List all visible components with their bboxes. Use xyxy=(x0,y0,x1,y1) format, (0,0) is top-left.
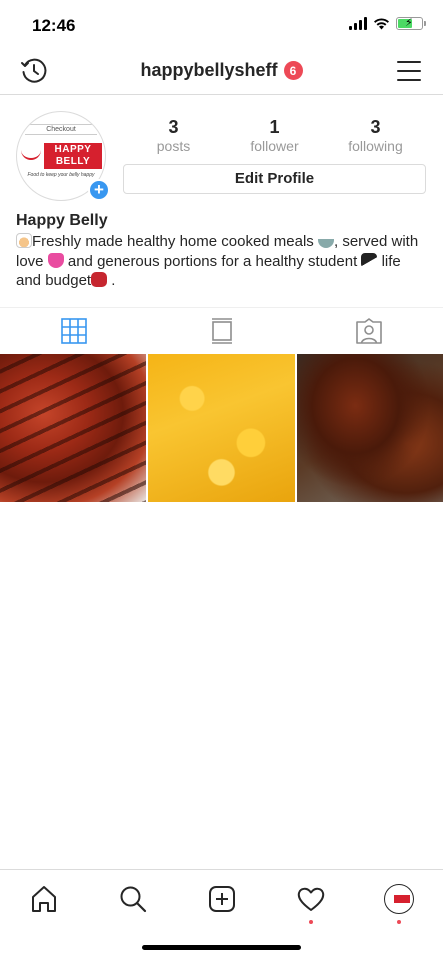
add-post-icon xyxy=(209,886,235,912)
post-thumbnail-fried-wings[interactable] xyxy=(296,354,443,502)
avatar-tagline: Food to keep your belly happy xyxy=(27,172,95,178)
stat-count: 3 xyxy=(168,117,179,137)
stat-count: 1 xyxy=(269,117,280,137)
top-nav: happybellysheff 6 xyxy=(0,50,443,95)
nav-home[interactable] xyxy=(29,884,59,914)
activity-dot xyxy=(309,920,313,924)
profile-avatar[interactable]: Checkout HAPPY BELLY Food to keep your b… xyxy=(16,111,110,201)
status-bar: 12:46 ⚡ xyxy=(0,0,443,50)
post-thumbnail-mac-and-cheese[interactable] xyxy=(148,354,295,502)
post-thumbnail-grilled-chicken[interactable] xyxy=(0,354,147,502)
stat-followers[interactable]: 1 follower xyxy=(224,117,325,155)
avatar-logo: HAPPY BELLY xyxy=(44,143,102,169)
nav-search[interactable] xyxy=(118,884,148,914)
page-title: happybellysheff xyxy=(140,60,278,80)
bio-text-3: and generous portions for a healthy stud… xyxy=(67,252,358,270)
tagged-icon xyxy=(356,318,382,344)
profile-tabs xyxy=(0,307,443,354)
home-icon xyxy=(32,886,56,912)
bio-text-5: . xyxy=(111,272,116,289)
menu-icon[interactable] xyxy=(397,61,421,81)
home-indicator[interactable] xyxy=(142,945,301,950)
profile-name: Happy Belly xyxy=(16,212,108,229)
nav-add-post[interactable] xyxy=(207,884,237,914)
profile-dot xyxy=(397,920,401,924)
status-time: 12:46 xyxy=(32,16,76,35)
stat-posts[interactable]: 3 posts xyxy=(123,117,224,155)
stat-following[interactable]: 3 following xyxy=(325,117,426,155)
stat-label: following xyxy=(348,138,403,154)
stat-label: follower xyxy=(250,138,299,154)
avatar-checkout-text: Checkout xyxy=(25,124,97,135)
tab-grid[interactable] xyxy=(0,308,148,354)
profile-avatar-small xyxy=(384,884,414,914)
stat-count: 3 xyxy=(370,117,381,137)
add-story-icon[interactable]: + xyxy=(88,179,110,201)
nav-activity[interactable] xyxy=(296,884,326,924)
stat-label: posts xyxy=(156,138,191,154)
nav-profile[interactable] xyxy=(384,884,414,924)
tab-tagged[interactable] xyxy=(295,308,443,354)
wifi-icon xyxy=(374,18,389,30)
heart-icon xyxy=(297,887,325,911)
frying-pan-icon xyxy=(21,150,41,160)
grid-icon xyxy=(61,318,87,344)
profile-bio: Freshly made healthy home cooked meals ,… xyxy=(16,232,421,291)
posts-grid xyxy=(0,354,443,502)
graduation-cap-emoji-icon xyxy=(361,252,378,268)
feed-icon xyxy=(211,318,232,344)
status-icons: ⚡ xyxy=(349,17,426,30)
username-switcher[interactable]: happybellysheff 6 xyxy=(0,60,443,81)
tab-feed[interactable] xyxy=(148,308,296,354)
edit-profile-button[interactable]: Edit Profile xyxy=(123,164,426,194)
profile-stats: 3 posts 1 follower 3 following xyxy=(123,117,426,155)
heart-emoji-icon xyxy=(47,252,64,268)
bio-text-1: Freshly made healthy home cooked meals xyxy=(32,233,314,250)
search-icon xyxy=(120,886,147,913)
battery-icon: ⚡ xyxy=(396,17,426,30)
backpack-emoji-icon xyxy=(91,272,108,287)
signal-icon xyxy=(349,17,367,30)
chef-emoji-icon xyxy=(16,233,32,248)
notification-badge: 6 xyxy=(283,61,303,80)
bowl-emoji-icon xyxy=(317,233,334,248)
mini-logo xyxy=(394,895,410,903)
